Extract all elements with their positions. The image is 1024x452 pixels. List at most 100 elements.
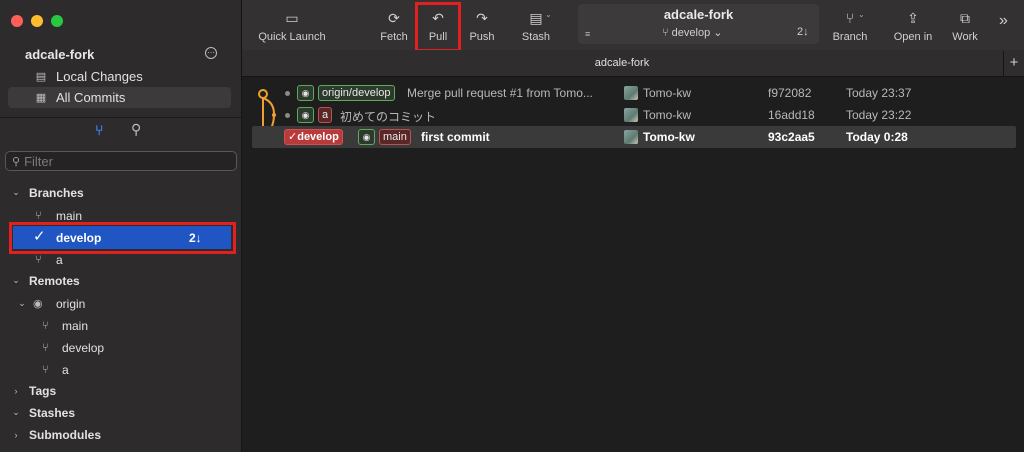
commit-message: 初めてのコミット [340, 110, 437, 124]
nav-local-changes[interactable]: ▤ Local Changes [8, 66, 231, 87]
push-icon: ↷ [476, 10, 488, 26]
section-submodules-label: Submodules [29, 427, 102, 442]
branch-button-label: Branch [832, 31, 868, 43]
toolbar: ▭ Quick Launch ⟳ Fetch ↶ Pull ↷ Push ▤ S… [242, 0, 1024, 52]
divider [0, 117, 241, 118]
push-button[interactable]: ↷ Push [464, 0, 500, 50]
remote-origin[interactable]: ⌄ ◉ origin [0, 293, 241, 314]
remote-branch-label: develop [62, 340, 105, 355]
branch-icon: ⑂ [35, 209, 42, 222]
branch-dropdown-icon[interactable]: ⌄ [858, 10, 865, 19]
branch-tab-icon[interactable]: ⑂ [95, 122, 103, 138]
search-tab-icon[interactable]: ⚲ [131, 121, 141, 138]
chevron-down-icon: ⌄ [12, 407, 20, 417]
repo-options-icon[interactable]: ⋯ [205, 47, 217, 59]
branch-item-a[interactable]: ⑂ a [0, 249, 241, 270]
commit-hash: 93c2aa5 [768, 130, 815, 144]
commit-message: first commit [421, 130, 490, 144]
commit-author: Tomo-kw [643, 108, 692, 122]
tab-adcale-fork[interactable]: adcale-fork [242, 57, 1002, 69]
commit-author: Tomo-kw [643, 130, 695, 144]
quick-launch-button[interactable]: ▭ Quick Launch [254, 0, 330, 50]
stash-dropdown-icon[interactable]: ⌄ [545, 10, 552, 19]
section-stashes-label: Stashes [29, 405, 76, 420]
zoom-window-button[interactable] [51, 15, 63, 27]
commit-row[interactable]: ◉ a 初めてのコミット Tomo-kw 16add18 Today 23:22 [252, 104, 1016, 126]
branch-button[interactable]: ⑂ Branch [829, 0, 871, 50]
chevron-right-icon: › [14, 385, 18, 396]
section-stashes[interactable]: ⌄ Stashes [0, 402, 241, 423]
nav-local-changes-label: Local Changes [56, 69, 143, 84]
current-branch-label: develop [671, 27, 711, 39]
commit-dot [285, 91, 290, 96]
stash-icon: ▤ [529, 10, 543, 26]
fetch-label: Fetch [380, 31, 408, 43]
github-icon: ◉ [297, 85, 314, 101]
repo-selector-branch: ⑂ develop ⌄ [662, 27, 723, 39]
chevron-down-icon: ⌄ [18, 298, 26, 308]
section-remotes-label: Remotes [29, 273, 80, 288]
repo-selector[interactable]: adcale-fork ≡ ⑂ develop ⌄ 2↓ [578, 4, 819, 44]
section-branches[interactable]: ⌄ Branches [0, 182, 241, 203]
tab-bar: adcale-fork + [242, 50, 1024, 77]
chevron-right-icon: › [14, 429, 18, 440]
commit-dot [285, 113, 290, 118]
section-branches-label: Branches [29, 185, 84, 200]
commit-date: Today 0:28 [846, 130, 908, 144]
section-remotes[interactable]: ⌄ Remotes [0, 270, 241, 291]
section-tags[interactable]: › Tags [0, 380, 241, 401]
menu-lines-icon: ≡ [585, 29, 591, 39]
minimize-window-button[interactable] [31, 15, 43, 27]
nav-all-commits[interactable]: ▦ All Commits [8, 87, 231, 108]
commit-hash: f972082 [768, 86, 812, 100]
commits-icon: ▦ [35, 92, 47, 104]
branch-label: a [56, 252, 63, 267]
remote-branch-a[interactable]: ⑂ a [0, 359, 241, 380]
branch-icon: ⑂ [42, 363, 49, 376]
fetch-button[interactable]: ⟳ Fetch [376, 0, 412, 50]
branch-icon: ⑂ [845, 10, 855, 26]
branch-label: main [56, 208, 83, 223]
branch-icon: ⑂ [35, 253, 42, 266]
commit-row-selected[interactable]: ✓develop ◉ main first commit Tomo-kw 93c… [252, 126, 1016, 148]
avatar [624, 130, 638, 144]
add-tab-button[interactable]: + [1003, 51, 1024, 76]
stash-label: Stash [521, 31, 551, 43]
remote-branch-develop[interactable]: ⑂ develop [0, 337, 241, 358]
fetch-icon: ⟳ [388, 10, 400, 26]
commit-hash: 16add18 [768, 108, 815, 122]
sidebar: adcale-fork ⋯ ▤ Local Changes ▦ All Comm… [0, 0, 242, 452]
filter-field[interactable]: ⚲ [5, 151, 237, 171]
commit-list: ◉ origin/develop Merge pull request #1 f… [242, 78, 1024, 452]
nav-all-commits-label: All Commits [56, 90, 126, 105]
open-in-label: Open in [893, 31, 933, 43]
github-icon: ◉ [33, 298, 43, 310]
ref-tag-label: develop [297, 131, 339, 143]
overflow-chevron-icon[interactable]: » [999, 12, 1008, 30]
avatar [624, 108, 638, 122]
commit-date: Today 23:22 [846, 108, 912, 122]
open-in-button[interactable]: ⇪ Open in [890, 0, 936, 50]
stash-button[interactable]: ▤ Stash [518, 0, 554, 50]
ref-tag-develop: ✓develop [284, 129, 343, 145]
remote-label: origin [56, 296, 86, 311]
folder-icon: ▭ [285, 10, 299, 26]
ref-tag: a [318, 107, 333, 123]
close-window-button[interactable] [11, 15, 23, 27]
remote-branch-main[interactable]: ⑂ main [0, 315, 241, 336]
remote-branch-label: a [62, 362, 69, 377]
chevron-down-icon: ⌄ [12, 275, 20, 285]
highlight-box-pull [415, 2, 461, 52]
work-button[interactable]: ⧉ Work [948, 0, 982, 50]
section-submodules[interactable]: › Submodules [0, 424, 241, 445]
quick-launch-label: Quick Launch [258, 31, 326, 43]
work-label: Work [952, 31, 978, 43]
share-icon: ⇪ [907, 10, 919, 26]
search-icon: ⚲ [12, 155, 21, 168]
github-icon: ◉ [297, 107, 314, 123]
commit-date: Today 23:37 [846, 86, 912, 100]
filter-input[interactable] [24, 153, 225, 169]
remote-branch-label: main [62, 318, 89, 333]
ref-tag: origin/develop [318, 85, 395, 101]
commit-row[interactable]: ◉ origin/develop Merge pull request #1 f… [252, 82, 1016, 104]
